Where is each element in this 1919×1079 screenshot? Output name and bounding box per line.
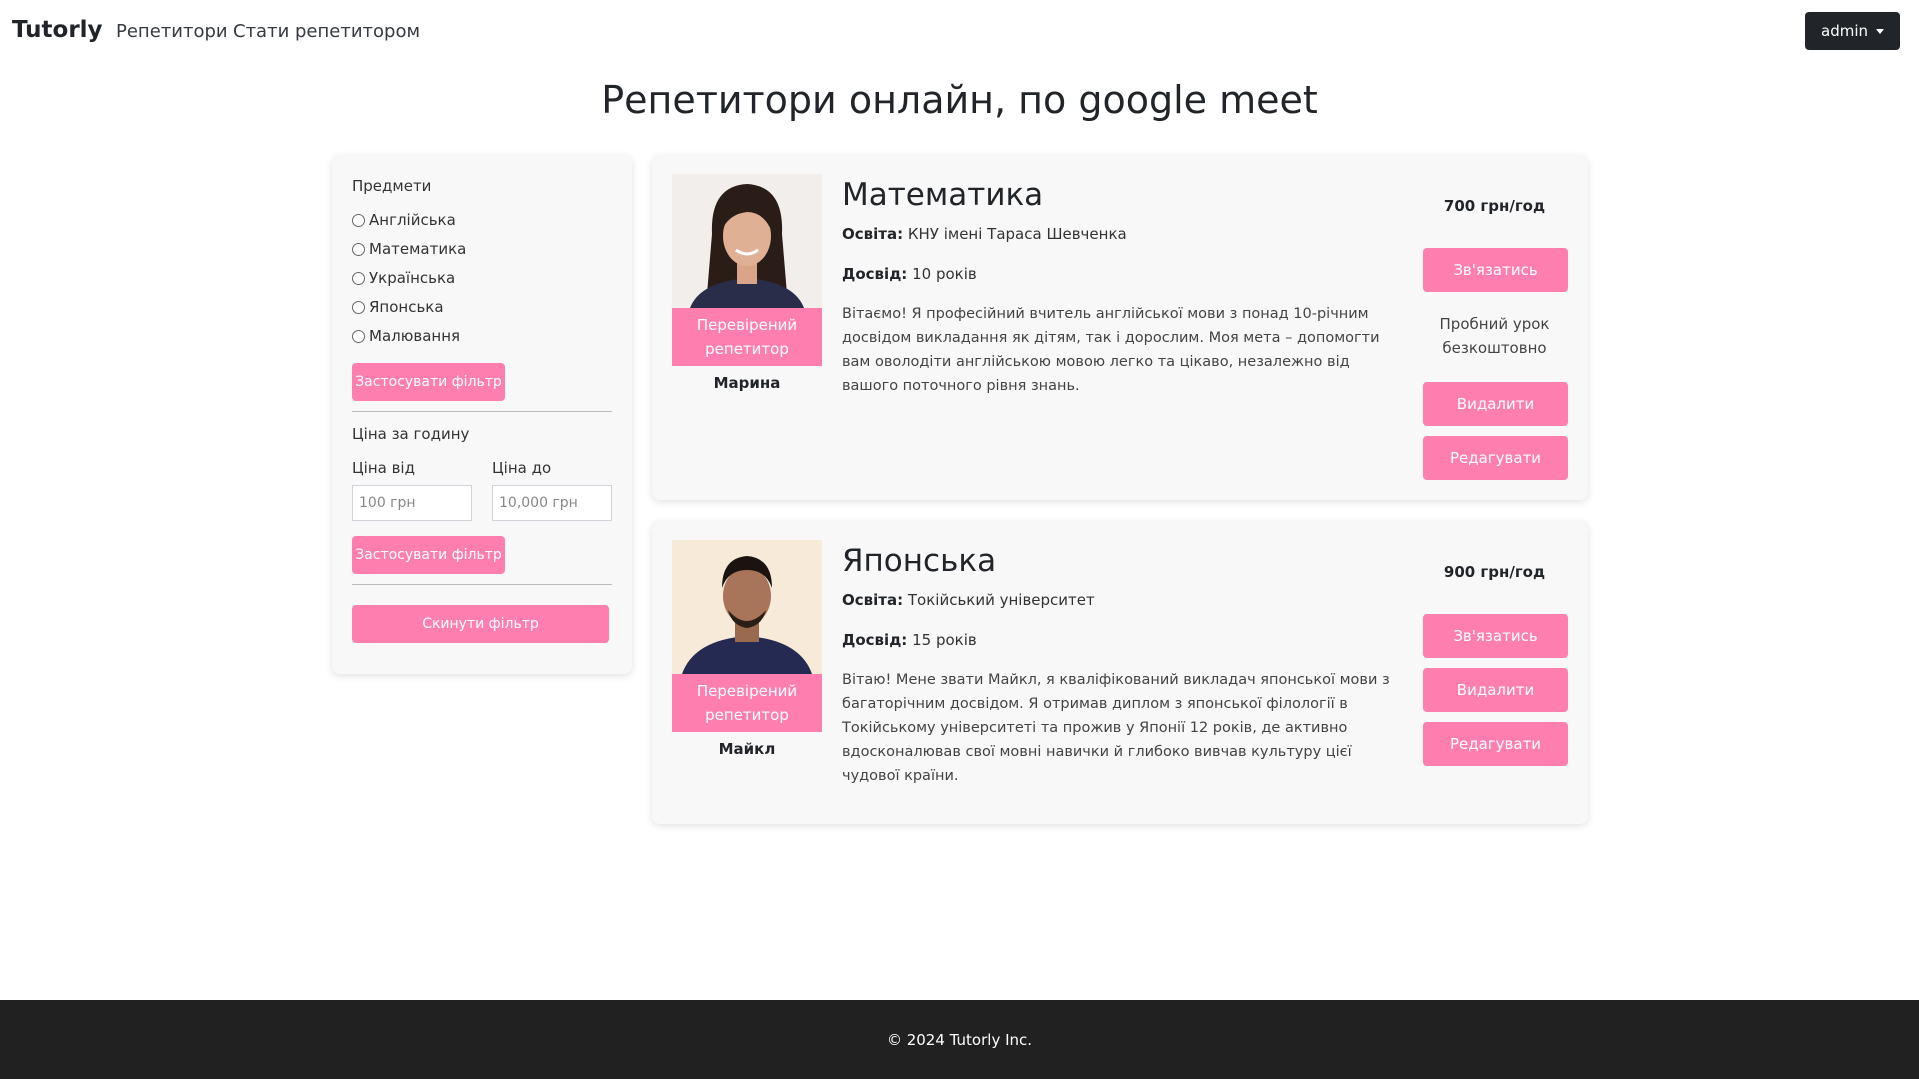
tutor-about: Вітаємо! Я професійний вчитель англійськ… <box>842 306 1380 394</box>
radio-icon[interactable] <box>352 271 365 285</box>
subject-radio-english[interactable]: Англійська <box>352 211 456 229</box>
brand-logo[interactable]: Tutorly <box>12 17 103 43</box>
delete-button[interactable]: Видалити <box>1423 382 1568 426</box>
tutor-name: Майкл <box>718 740 776 758</box>
tutor-experience: Досвід: 15 років <box>842 631 977 649</box>
education-label: Освіта: <box>842 591 904 609</box>
subject-option-label: Англійська <box>369 211 456 229</box>
tutor-card: Перевірений репетитор Майкл Японська Осв… <box>652 521 1588 824</box>
verified-badge: Перевірений репетитор <box>672 674 822 732</box>
tutor-experience: Досвід: 10 років <box>842 265 977 283</box>
subject-radio-ukrainian[interactable]: Українська <box>352 269 455 287</box>
user-menu-label: admin <box>1821 22 1868 40</box>
subject-option-label: Японська <box>369 298 444 316</box>
subjects-label: Предмети <box>352 177 432 195</box>
footer-copyright: © 2024 Tutorly Inc. <box>886 1030 1033 1049</box>
subject-radio-japanese[interactable]: Японська <box>352 298 444 316</box>
tutor-subject: Японська <box>842 543 997 579</box>
price-from-input[interactable] <box>352 485 472 521</box>
experience-label: Досвід: <box>842 265 908 283</box>
divider <box>352 584 612 585</box>
verified-badge: Перевірений репетитор <box>672 308 822 366</box>
subject-option-label: Малювання <box>369 327 461 345</box>
experience-value: 15 років <box>912 631 977 649</box>
page-title: Репетитори онлайн, по google meet <box>601 78 1318 122</box>
reset-filter-button[interactable]: Скинути фільтр <box>352 605 609 643</box>
nav-link-become-tutor[interactable]: Стати репетитором <box>233 21 420 42</box>
footer: © 2024 Tutorly Inc. <box>0 1000 1919 1079</box>
tutor-education: Освіта: КНУ імені Тараса Шевченка <box>842 225 1127 243</box>
subject-radio-drawing[interactable]: Малювання <box>352 327 460 345</box>
radio-icon[interactable] <box>352 213 365 227</box>
experience-value: 10 років <box>912 265 977 283</box>
contact-button[interactable]: Зв'язатись <box>1423 248 1568 292</box>
experience-label: Досвід: <box>842 631 908 649</box>
filter-panel: Предмети Англійська Математика Українськ… <box>332 155 632 674</box>
price-to-input[interactable] <box>492 485 612 521</box>
education-value: КНУ імені Тараса Шевченка <box>907 225 1127 243</box>
tutor-subject: Математика <box>842 177 1044 213</box>
tutor-about: Вітаю! Мене звати Майкл, я кваліфіковани… <box>842 672 1390 784</box>
tutor-price: 900 грн/год <box>1443 563 1546 581</box>
education-label: Освіта: <box>842 225 904 243</box>
tutor-card: Перевірений репетитор Марина Математика … <box>652 155 1588 500</box>
edit-button[interactable]: Редагувати <box>1423 722 1568 766</box>
tutor-price: 700 грн/год <box>1443 197 1546 215</box>
delete-button[interactable]: Видалити <box>1423 668 1568 712</box>
tutor-photo <box>672 540 822 674</box>
price-label: Ціна за годину <box>352 425 470 443</box>
edit-button[interactable]: Редагувати <box>1423 436 1568 480</box>
education-value: Токійський університет <box>907 591 1095 609</box>
apply-price-filter-button[interactable]: Застосувати фільтр <box>352 536 505 574</box>
price-from-label: Ціна від <box>352 459 415 477</box>
subject-option-label: Українська <box>369 269 456 287</box>
subject-radio-math[interactable]: Математика <box>352 240 466 258</box>
trial-lesson-text: Пробний урок безкоштовно <box>1439 315 1550 357</box>
tutor-education: Освіта: Токійський університет <box>842 591 1095 609</box>
tutor-photo <box>672 174 822 308</box>
nav-link-tutors[interactable]: Репетитори <box>116 21 228 42</box>
radio-icon[interactable] <box>352 300 365 314</box>
radio-icon[interactable] <box>352 242 365 256</box>
price-to-label: Ціна до <box>492 459 552 477</box>
navbar: Tutorly Репетитори Стати репетитором adm… <box>0 0 1919 64</box>
contact-button[interactable]: Зв'язатись <box>1423 614 1568 658</box>
subject-option-label: Математика <box>369 240 467 258</box>
divider <box>352 411 612 412</box>
radio-icon[interactable] <box>352 329 365 343</box>
tutor-name: Марина <box>713 374 781 392</box>
apply-subject-filter-button[interactable]: Застосувати фільтр <box>352 363 505 401</box>
caret-down-icon <box>1876 28 1884 34</box>
user-menu-button[interactable]: admin <box>1805 12 1900 50</box>
